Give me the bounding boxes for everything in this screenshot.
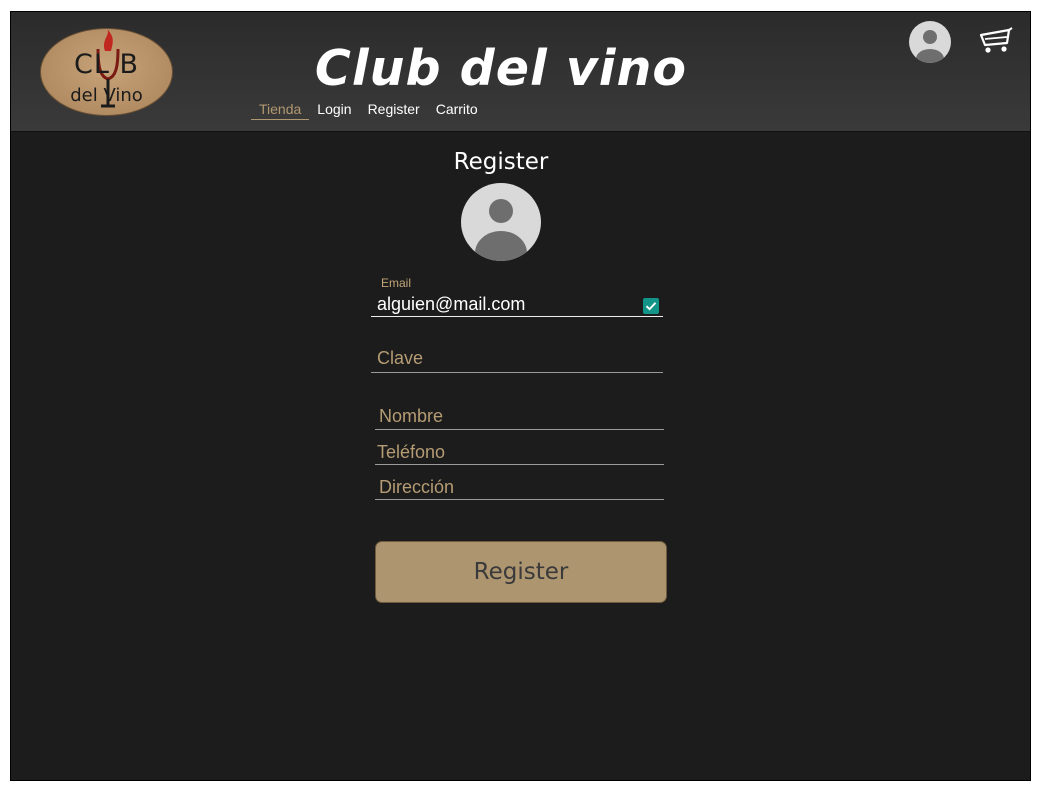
name-field[interactable]: Nombre xyxy=(375,406,664,434)
register-button[interactable]: Register xyxy=(375,541,667,603)
nav-item-tienda[interactable]: Tienda xyxy=(251,101,310,120)
phone-underline xyxy=(375,464,664,465)
password-underline xyxy=(371,372,663,373)
email-underline xyxy=(371,316,663,317)
address-field[interactable]: Dirección xyxy=(375,477,664,505)
site-header: CL B del Vino Club del vino Tienda Login… xyxy=(11,12,1030,132)
site-title: Club del vino xyxy=(314,40,688,97)
password-placeholder: Clave xyxy=(377,348,424,368)
address-placeholder: Dirección xyxy=(379,477,455,497)
email-input[interactable] xyxy=(377,294,637,315)
main-nav: Tienda Login Register Carrito xyxy=(251,101,486,120)
page-title: Register xyxy=(453,149,549,175)
name-placeholder: Nombre xyxy=(379,406,444,426)
app-window: CL B del Vino Club del vino Tienda Login… xyxy=(10,11,1031,781)
shopping-cart-icon[interactable] xyxy=(979,26,1013,61)
email-field: Email xyxy=(371,276,663,318)
profile-avatar-icon xyxy=(461,183,541,261)
logo-top-text: CL B xyxy=(73,49,139,80)
nav-item-register[interactable]: Register xyxy=(360,101,428,120)
address-underline xyxy=(375,499,664,500)
phone-placeholder: Teléfono xyxy=(377,442,446,462)
phone-field[interactable]: Teléfono xyxy=(375,442,664,470)
logo-bottom-text: del Vino xyxy=(70,85,143,106)
password-field[interactable]: Clave xyxy=(371,348,663,376)
user-avatar-icon[interactable] xyxy=(909,21,951,63)
register-page: Register Email Clave Nombre xyxy=(11,133,1030,780)
club-del-vino-logo[interactable]: CL B del Vino xyxy=(40,28,173,116)
nav-item-login[interactable]: Login xyxy=(309,101,359,120)
email-label: Email xyxy=(381,276,412,290)
nav-item-carrito[interactable]: Carrito xyxy=(428,101,486,120)
email-valid-checkbox[interactable] xyxy=(643,298,659,314)
name-underline xyxy=(375,429,664,430)
